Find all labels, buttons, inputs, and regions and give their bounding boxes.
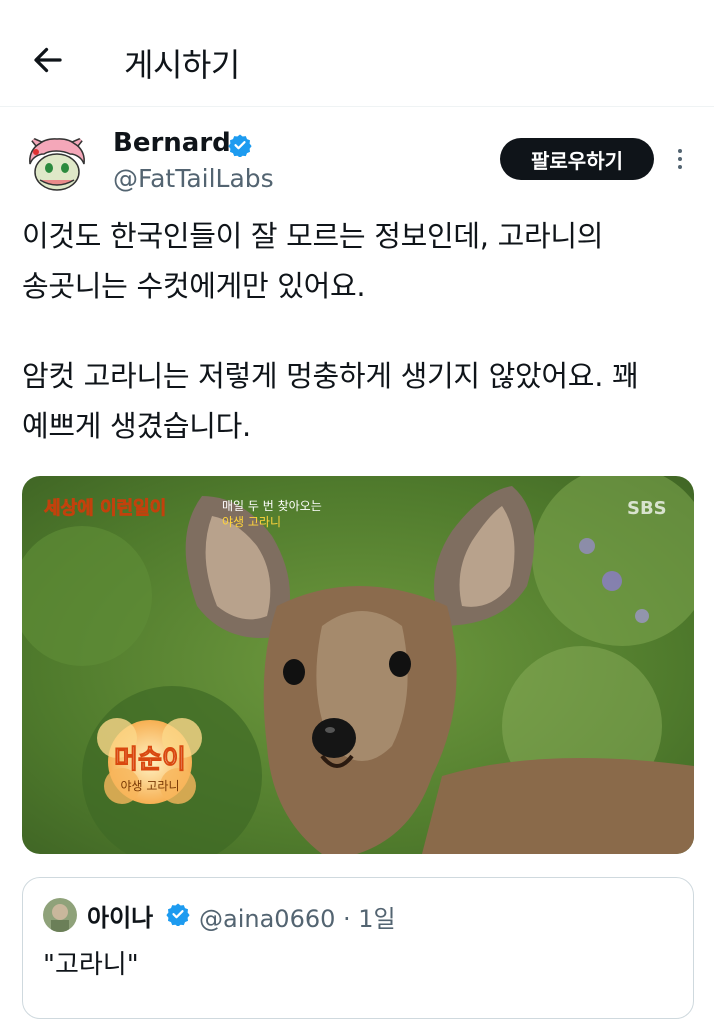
image-show-logo: 세상에 이런일이: [44, 498, 166, 519]
quoted-post-text: "고라니": [43, 950, 139, 980]
quoted-author-avatar[interactable]: [43, 898, 77, 932]
post-text-line: 송곳니는 수컷에게만 있어요.: [22, 269, 366, 303]
page-title: 게시하기: [124, 46, 240, 84]
author-name[interactable]: Bernard: [113, 128, 231, 158]
image-name-sub: 야생 고라니: [120, 779, 179, 793]
author-handle[interactable]: @FatTailLabs: [113, 164, 274, 193]
follow-button[interactable]: 팔로우하기: [500, 138, 654, 180]
quoted-handle-text[interactable]: @aina0660: [199, 905, 335, 933]
top-bar: 게시하기: [0, 0, 714, 107]
image-name-tag: 머순이: [114, 745, 186, 775]
quoted-author-handle: @aina0660 · 1일: [199, 899, 396, 934]
verified-badge-icon: [228, 134, 252, 157]
arrow-left-icon[interactable]: [30, 42, 66, 78]
image-caption-top2: 야생 고라니: [222, 515, 281, 529]
image-watermark: SBS: [627, 498, 667, 519]
post-text-line: 예쁘게 생겼습니다.: [22, 409, 251, 443]
post-image[interactable]: 머순이 야생 고라니 세상에 이런일이 매일 두 번 찾아오는 야생 고라니 S…: [22, 476, 694, 854]
quoted-post[interactable]: 아이나 @aina0660 · 1일 "고라니": [22, 877, 694, 1019]
post-text-line: 이것도 한국인들이 잘 모르는 정보인데, 고라니의: [22, 219, 604, 253]
post-text-line: 암컷 고라니는 저렇게 멍충하게 생기지 않았어요. 꽤: [22, 359, 639, 393]
quoted-author-name[interactable]: 아이나: [87, 898, 153, 933]
quoted-post-time: · 1일: [343, 905, 396, 933]
image-caption-top: 매일 두 번 찾아오는: [222, 499, 322, 513]
verified-badge-icon: [166, 903, 190, 926]
more-options-icon[interactable]: [670, 145, 690, 175]
author-avatar[interactable]: [22, 130, 92, 200]
